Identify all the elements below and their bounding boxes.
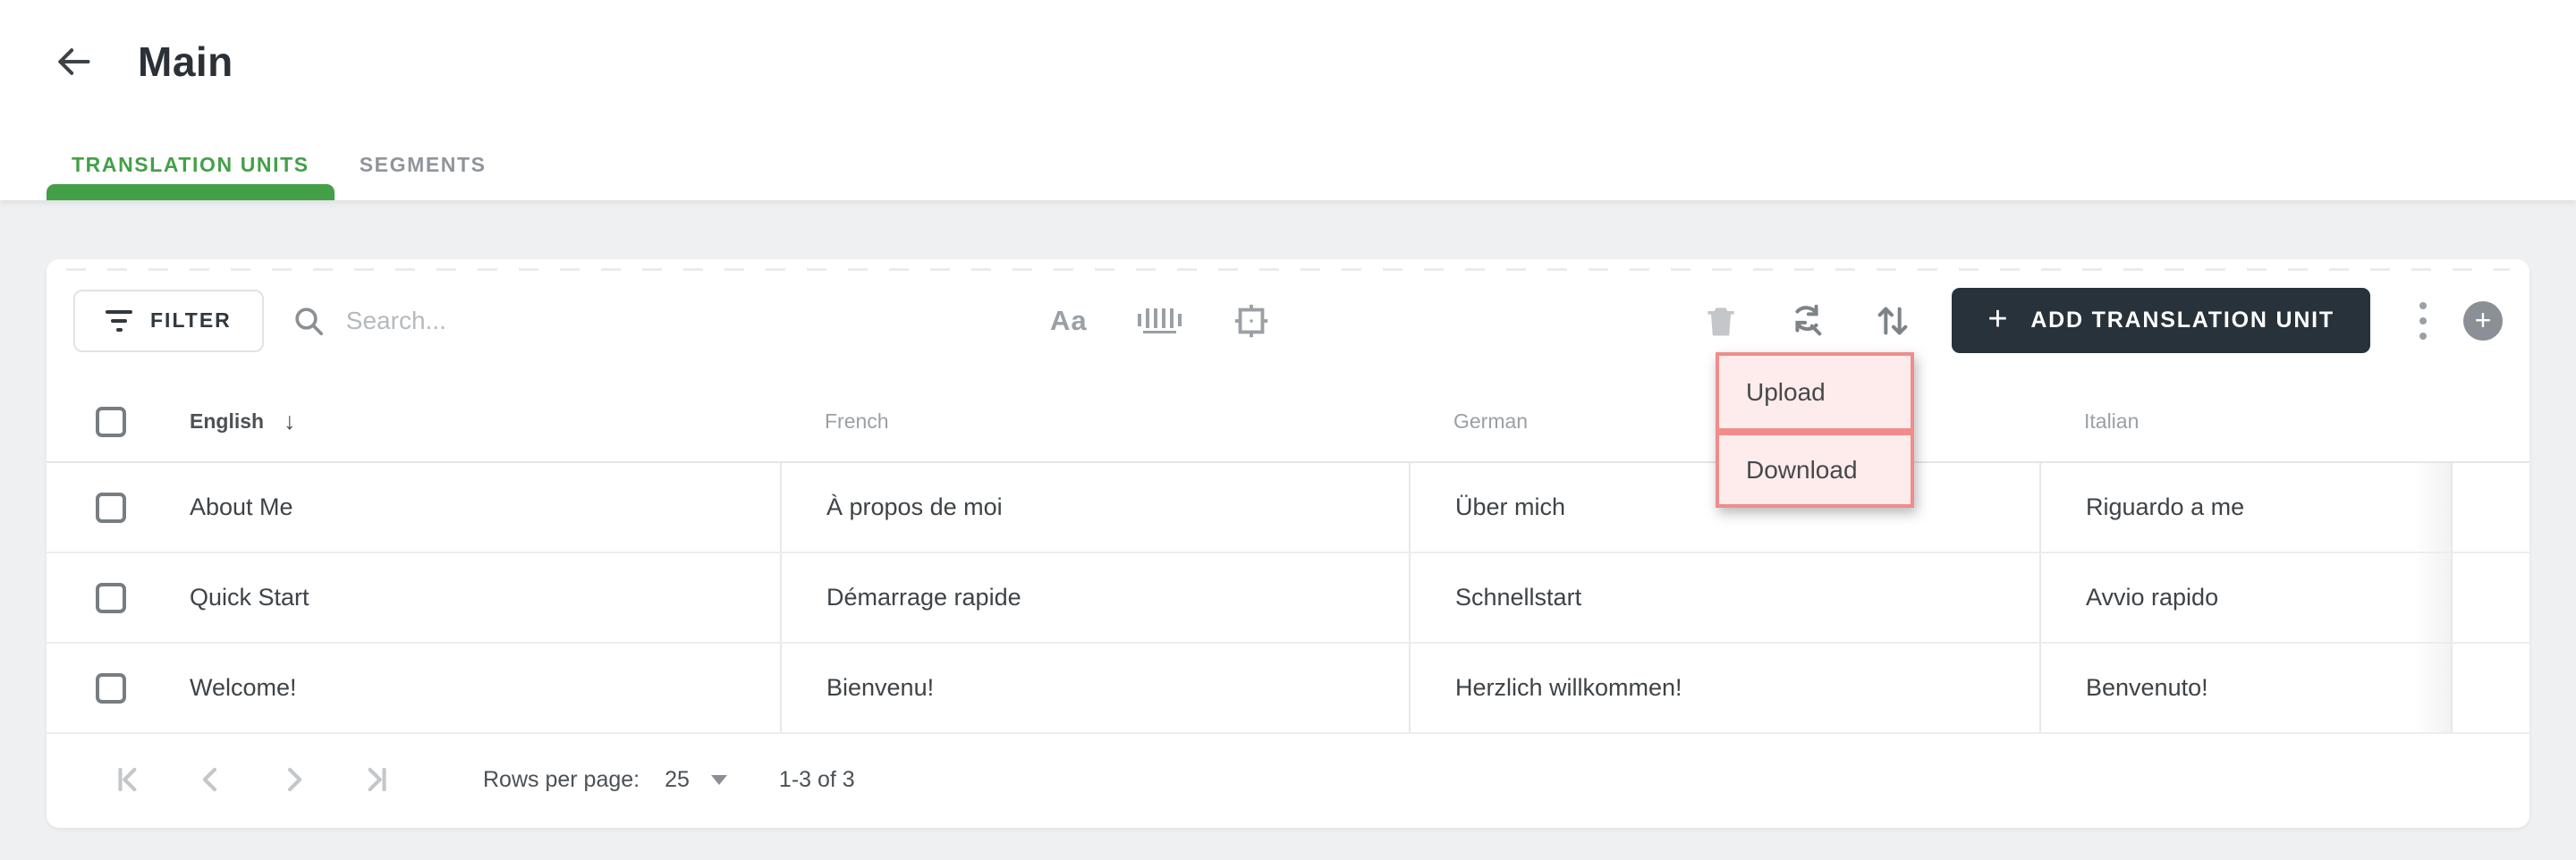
cell-german[interactable]: Herzlich willkommen! — [1409, 644, 2039, 732]
upload-download-menu: Upload Download — [1716, 352, 1914, 508]
add-translation-unit-label: ADD TRANSLATION UNIT — [2030, 308, 2334, 333]
search-box — [291, 303, 1026, 339]
column-header-french[interactable]: French — [780, 382, 1409, 461]
last-page-icon — [368, 767, 386, 792]
row-checkbox[interactable] — [96, 672, 126, 704]
row-checkbox[interactable] — [96, 582, 126, 613]
rows-per-page-label: Rows per page: — [483, 766, 640, 792]
trash-icon — [1707, 307, 1734, 335]
add-circle-button[interactable]: + — [2463, 300, 2503, 341]
search-icon — [295, 307, 323, 335]
tab-translation-units[interactable]: TRANSLATION UNITS — [47, 153, 335, 200]
app-header: Main TRANSLATION UNITS SEGMENTS — [0, 0, 2576, 200]
cell-french[interactable]: Démarrage rapide — [780, 553, 1409, 642]
rows-per-page-select[interactable]: 25 — [665, 767, 727, 793]
find-replace-icon — [1795, 304, 1822, 335]
table-row[interactable]: Welcome! Bienvenu! Herzlich willkommen! … — [47, 644, 2529, 734]
cell-english[interactable]: Quick Start — [145, 553, 780, 642]
match-case-icon[interactable]: Aa — [1044, 296, 1094, 346]
cell-english[interactable]: About Me — [145, 463, 780, 552]
import-export-button[interactable] — [1868, 296, 1918, 346]
tab-bar: TRANSLATION UNITS SEGMENTS — [47, 153, 512, 200]
arrow-left-icon — [58, 48, 90, 75]
frame-crosshair-glyph — [1234, 304, 1268, 337]
column-header-spacer — [2451, 382, 2529, 461]
menu-item-download[interactable]: Download — [1716, 432, 1914, 508]
delete-button[interactable] — [1696, 296, 1746, 346]
cell-spacer — [2451, 553, 2529, 642]
action-icons — [1696, 296, 1918, 346]
exact-match-frame-icon[interactable] — [1226, 296, 1276, 346]
find-replace-button[interactable] — [1782, 296, 1832, 346]
translation-units-card: FILTER Aa — [47, 259, 2529, 828]
search-option-icons: Aa — [1044, 296, 1276, 346]
table-row[interactable]: About Me À propos de moi Über mich Rigua… — [47, 463, 2529, 553]
tab-label: TRANSLATION UNITS — [72, 153, 309, 176]
more-options-button[interactable] — [2399, 290, 2447, 352]
plus-icon: + — [1987, 299, 2010, 338]
title-row: Main — [0, 0, 2576, 86]
search-input[interactable] — [345, 306, 1026, 335]
pagination-controls — [111, 762, 394, 797]
row-checkbox[interactable] — [96, 492, 126, 523]
cell-spacer — [2451, 463, 2529, 552]
back-button[interactable] — [52, 40, 95, 83]
table-footer: Rows per page: 25 1-3 of 3 — [47, 734, 2529, 825]
menu-item-upload[interactable]: Upload — [1716, 352, 1914, 432]
whole-word-bars — [1138, 308, 1182, 333]
cell-french[interactable]: Bienvenu! — [780, 644, 1409, 732]
filter-button[interactable]: FILTER — [73, 289, 264, 352]
first-page-button[interactable] — [111, 762, 147, 797]
last-page-button[interactable] — [358, 762, 394, 797]
chevron-left-icon — [202, 767, 217, 792]
cell-french[interactable]: À propos de moi — [780, 463, 1409, 552]
first-page-icon — [118, 767, 137, 792]
main-content: FILTER Aa — [0, 200, 2576, 828]
cell-italian[interactable]: Riguardo a me — [2039, 463, 2451, 552]
kebab-menu-icon — [2419, 301, 2427, 309]
toolbar: FILTER Aa — [47, 259, 2529, 508]
import-export-icon — [1877, 307, 1908, 334]
page-title: Main — [138, 38, 233, 85]
whole-word-icon[interactable] — [1135, 296, 1185, 346]
cell-italian[interactable]: Avvio rapido — [2039, 553, 2451, 642]
sort-desc-icon[interactable]: ↓ — [284, 408, 296, 435]
active-tab-indicator — [47, 184, 335, 200]
cell-german[interactable]: Schnellstart — [1409, 553, 2039, 642]
page: Main TRANSLATION UNITS SEGMENTS FILTER S… — [0, 0, 2576, 828]
tab-segments[interactable]: SEGMENTS — [335, 153, 512, 200]
select-all-checkbox[interactable] — [96, 406, 126, 437]
table-header: English ↓ French German Italian — [47, 382, 2529, 463]
filter-button-label: FILTER — [150, 308, 232, 332]
column-header-english[interactable]: English ↓ — [145, 382, 780, 461]
chevron-down-icon — [710, 774, 727, 785]
pagination-range: 1-3 of 3 — [778, 766, 855, 792]
filter-icon — [106, 309, 132, 332]
cell-english[interactable]: Welcome! — [145, 644, 780, 732]
table-row[interactable]: Quick Start Démarrage rapide Schnellstar… — [47, 553, 2529, 644]
select-all-cell — [47, 382, 145, 461]
cell-spacer — [2451, 644, 2529, 732]
add-translation-unit-button[interactable]: + ADD TRANSLATION UNIT — [1952, 288, 2370, 353]
rows-per-page-value: 25 — [665, 766, 690, 792]
previous-page-button[interactable] — [193, 762, 229, 797]
tab-label: SEGMENTS — [359, 153, 487, 176]
cell-italian[interactable]: Benvenuto! — [2039, 644, 2451, 732]
chevron-right-icon — [287, 767, 302, 792]
next-page-button[interactable] — [275, 762, 311, 797]
table-body: About Me À propos de moi Über mich Rigua… — [47, 463, 2529, 734]
table-header-row: English ↓ French German Italian — [47, 382, 2529, 463]
column-header-italian[interactable]: Italian — [2039, 382, 2451, 461]
